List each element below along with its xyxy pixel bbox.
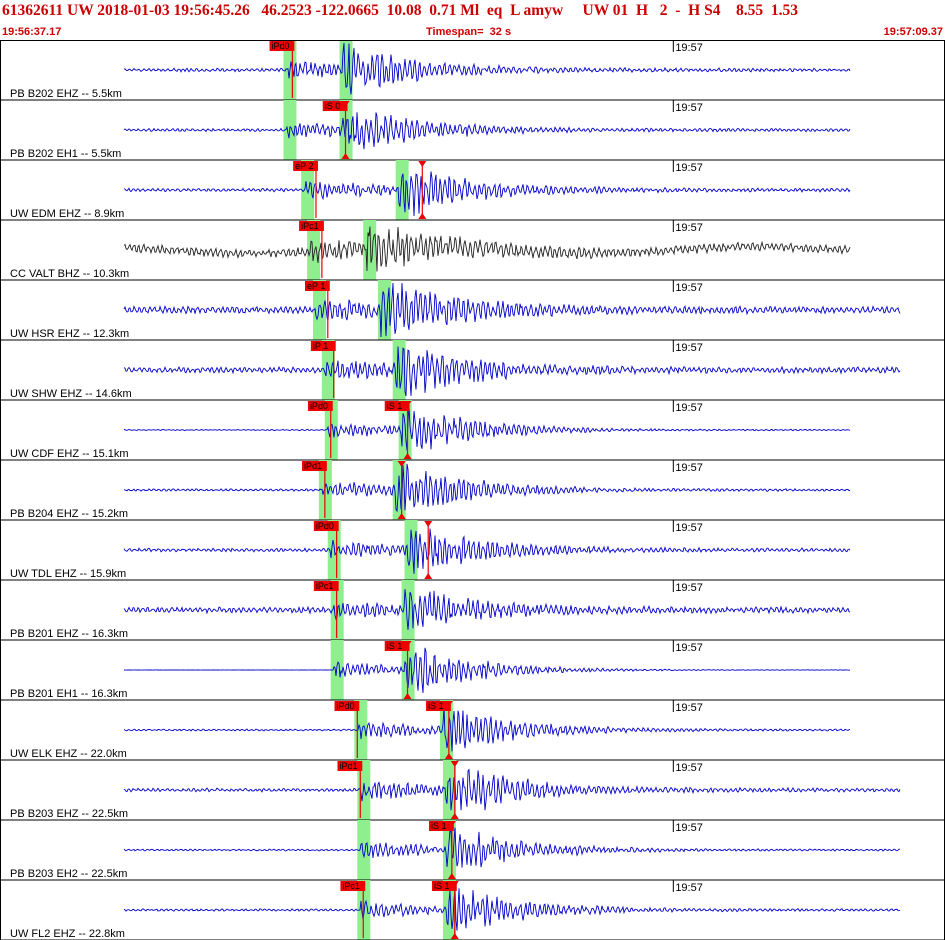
time-tick-label: 19:57 <box>675 402 703 414</box>
time-tick-label: 19:57 <box>675 762 703 774</box>
trace-panel-0: iPd0 19:57 PB B202 EHZ -- 5.5km <box>0 40 945 101</box>
station-label: UW EDM EHZ -- 8.9km <box>10 208 124 220</box>
time-tick-label: 19:57 <box>675 102 703 114</box>
pick-label: iS 1 <box>431 821 447 831</box>
station-label: UW CDF EHZ -- 15.1km <box>10 448 129 460</box>
waveform <box>123 226 851 272</box>
timespan: Timespan= 32 s <box>426 26 512 38</box>
pick-label: iPd0 <box>310 401 328 411</box>
time-tick-label: 19:57 <box>675 522 703 534</box>
station-label: UW TDL EHZ -- 15.9km <box>10 568 126 580</box>
time-tick-label: 19:57 <box>675 162 703 174</box>
station-label: UW HSR EHZ -- 12.3km <box>10 328 129 340</box>
pick-label: iS 1 <box>387 401 403 411</box>
pick-label: iS 1 <box>428 701 444 711</box>
station-label: PB B202 EH1 -- 5.5km <box>10 148 121 160</box>
pick-label: iS 0 <box>325 101 341 111</box>
waveform <box>123 112 851 150</box>
pick-label: iPc1 <box>342 881 360 891</box>
waveform <box>123 171 851 217</box>
station-label: PB B204 EHZ -- 15.2km <box>10 508 128 520</box>
trace-panel-1: iS 0 19:57 PB B202 EH1 -- 5.5km <box>0 100 945 161</box>
waveform <box>123 827 900 868</box>
waveform <box>123 346 901 397</box>
time-tick-label: 19:57 <box>675 822 703 834</box>
pick-label: iP 1 <box>313 341 328 351</box>
time-tick-label: 19:57 <box>675 702 703 714</box>
station-label: PB B203 EH2 -- 22.5km <box>10 868 127 880</box>
time-tick-label: 19:57 <box>675 462 703 474</box>
pick-marker-bottom <box>418 213 427 219</box>
pick-label: eP 1 <box>307 281 325 291</box>
trace-panel-2: eP 2 19:57 UW EDM EHZ -- 8.9km <box>0 160 945 221</box>
event-summary-line: 61362611 UW 2018-01-03 19:56:45.26 46.25… <box>2 2 798 19</box>
time-tick-label: 19:57 <box>675 282 703 294</box>
trace-panel-3: iPc1 19:57 CC VALT BHZ -- 10.3km <box>0 220 945 281</box>
pick-label: iPd0 <box>272 41 290 51</box>
pick-marker-top <box>418 161 427 167</box>
station-label: PB B201 EHZ -- 16.3km <box>10 628 128 640</box>
waveform <box>123 528 851 574</box>
trace-panel-9: iPc1 19:57 PB B201 EHZ -- 16.3km <box>0 580 945 641</box>
waveform <box>123 406 851 451</box>
s-window <box>395 160 409 220</box>
pick-marker-bottom <box>424 573 433 579</box>
trace-panel-7: iPd1 19:57 PB B204 EHZ -- 15.2km <box>0 460 945 521</box>
trace-panel-14: iPc1 iS 1 19:57 UW FL2 EHZ -- 22.8km <box>0 880 945 940</box>
station-label: UW FL2 EHZ -- 22.8km <box>10 928 125 940</box>
pick-label: iS 1 <box>434 881 450 891</box>
time-tick-label: 19:57 <box>675 882 703 894</box>
pick-label: iPd0 <box>316 521 334 531</box>
waveform <box>123 706 851 752</box>
station-label: CC VALT BHZ -- 10.3km <box>10 268 129 280</box>
waveform <box>124 647 851 693</box>
trace-panel-10: iS 1 19:57 PB B201 EH1 -- 16.3km <box>0 640 945 701</box>
time-tick-label: 19:57 <box>675 642 703 654</box>
station-label: PB B203 EHZ -- 22.5km <box>10 808 128 820</box>
pick-label: eP 2 <box>295 161 313 171</box>
station-label: PB B202 EHZ -- 5.5km <box>10 88 122 100</box>
waveform <box>123 888 901 931</box>
trace-panel-6: iPd0 iS 1 19:57 UW CDF EHZ -- 15.1km <box>0 400 945 461</box>
seismogram-plot: iPd0 19:57 PB B202 EHZ -- 5.5km iS 0 19:57 PB… <box>0 40 945 940</box>
station-label: UW SHW EHZ -- 14.6km <box>10 388 132 400</box>
pick-label: iPd1 <box>339 761 357 771</box>
waveform <box>123 463 851 513</box>
start-time: 19:56:37.17 <box>2 26 62 38</box>
s-window <box>404 520 418 580</box>
station-label: UW ELK EHZ -- 22.0km <box>10 748 127 760</box>
pick-label: iS 1 <box>387 641 403 651</box>
waveform <box>123 282 901 338</box>
trace-panel-11: iPd0 iS 1 19:57 UW ELK EHZ -- 22.0km <box>0 700 945 761</box>
pick-label: iPc1 <box>301 221 319 231</box>
trace-panel-5: iP 1 19:57 UW SHW EHZ -- 14.6km <box>0 340 945 401</box>
time-tick-label: 19:57 <box>675 342 703 354</box>
waveform <box>123 42 851 95</box>
trace-panel-4: eP 1 19:57 UW HSR EHZ -- 12.3km <box>0 280 945 341</box>
waveform <box>123 589 851 630</box>
time-tick-label: 19:57 <box>675 42 703 54</box>
pick-label: iPd0 <box>337 701 355 711</box>
time-tick-label: 19:57 <box>675 582 703 594</box>
waveform <box>123 768 901 811</box>
end-time: 19:57:09.37 <box>883 26 943 38</box>
station-label: PB B201 EH1 -- 16.3km <box>10 688 127 700</box>
trace-panel-12: iPd1 19:57 PB B203 EHZ -- 22.5km <box>0 760 945 821</box>
pick-label: iPc1 <box>316 581 334 591</box>
trace-panel-8: iPd0 19:57 UW TDL EHZ -- 15.9km <box>0 520 945 581</box>
pick-label: iPd1 <box>304 461 322 471</box>
event-header: 61362611 UW 2018-01-03 19:56:45.26 46.25… <box>0 0 945 40</box>
pick-marker-top <box>424 521 433 527</box>
time-tick-label: 19:57 <box>675 222 703 234</box>
trace-panel-13: iS 1 19:57 PB B203 EH2 -- 22.5km <box>0 820 945 881</box>
